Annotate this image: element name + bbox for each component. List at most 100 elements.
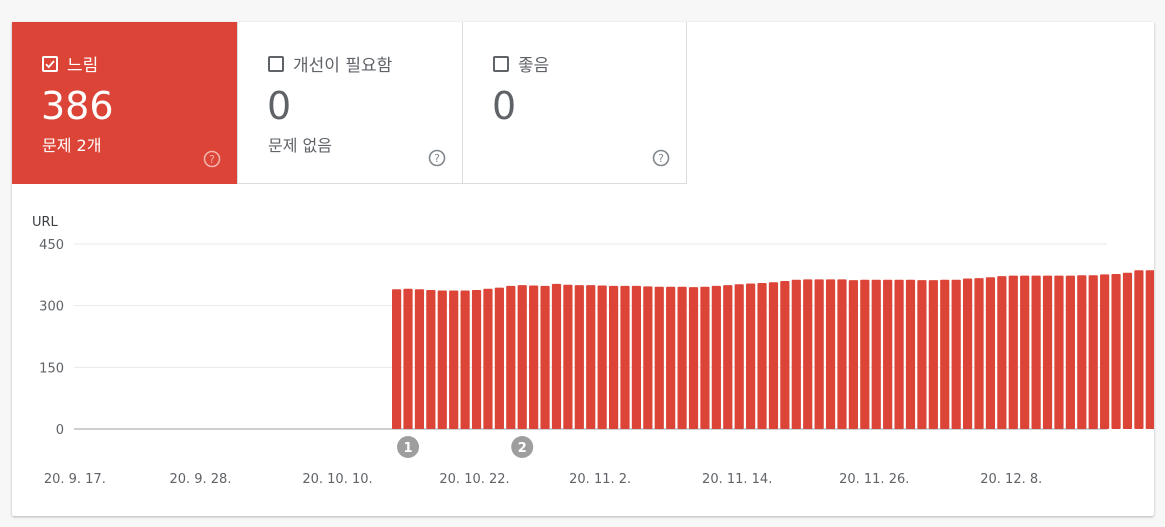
bar — [768, 282, 779, 429]
bar — [437, 290, 447, 429]
tile-good[interactable]: 좋음 0 ? — [462, 22, 687, 184]
bar — [666, 286, 676, 429]
tile-label: 개선이 필요함 — [293, 56, 393, 76]
tile-subtext: 문제 2개 — [42, 136, 102, 155]
svg-text:?: ? — [658, 152, 664, 165]
bar — [414, 289, 425, 429]
checkbox-unchecked-icon[interactable] — [493, 55, 509, 72]
bar — [1042, 275, 1053, 429]
bar — [449, 290, 459, 429]
bar — [586, 285, 596, 429]
y-tick-label: 450 — [39, 238, 64, 253]
bar — [883, 279, 893, 429]
tile-count: 0 — [267, 84, 292, 128]
checkbox-unchecked-icon[interactable] — [268, 55, 284, 72]
x-tick-label: 20. 10. 10. — [302, 472, 372, 487]
x-tick-label: 20. 11. 2. — [569, 472, 631, 487]
tile-label: 좋음 — [518, 56, 550, 76]
y-tick-label: 150 — [39, 361, 64, 376]
bar — [517, 285, 527, 429]
bar — [494, 287, 504, 429]
x-tick-label: 20. 12. 8. — [980, 472, 1042, 487]
x-tick-label: 20. 10. 22. — [439, 472, 509, 487]
x-tick-label: 20. 11. 14. — [702, 472, 772, 487]
help-icon[interactable]: ? — [203, 150, 221, 168]
bar — [780, 281, 790, 429]
bar — [894, 279, 904, 429]
chart-svg: URL 0 150 300 450 20. 9. 17. 20. 9. 28. 20. 10.… — [32, 215, 1165, 487]
bar — [871, 279, 881, 429]
y-tick-label: 0 — [56, 423, 64, 438]
bar — [791, 279, 801, 429]
help-icon[interactable]: ? — [652, 149, 670, 167]
bar — [974, 278, 984, 429]
checkbox-checked-icon[interactable] — [42, 55, 58, 72]
bar — [814, 279, 824, 429]
bar — [620, 285, 630, 429]
bar — [985, 277, 996, 429]
bar — [837, 279, 847, 429]
x-tick-label: 20. 11. 26. — [839, 472, 909, 487]
x-tick-label: 20. 9. 17. — [44, 472, 106, 487]
bar — [825, 279, 836, 429]
bar — [460, 290, 470, 429]
report-card: 느림 386 문제 2개 ? 개선이 필요함 0 문제 없음 ? 좋음 0 ? … — [12, 22, 1165, 516]
bar — [746, 283, 756, 429]
bar — [848, 280, 858, 429]
bar — [551, 283, 562, 429]
bar — [1122, 272, 1133, 429]
bar — [688, 287, 699, 429]
bar — [1054, 275, 1064, 429]
bar — [951, 279, 961, 429]
bar — [574, 285, 584, 429]
y-tick-label: 300 — [39, 300, 64, 315]
bar — [711, 285, 721, 429]
bar — [1100, 274, 1110, 429]
bar — [506, 285, 516, 429]
svg-text:?: ? — [434, 152, 440, 165]
bar — [1111, 274, 1121, 429]
y-axis-label: URL — [32, 215, 59, 230]
bar — [1065, 275, 1075, 429]
bar — [1088, 275, 1098, 429]
bar — [540, 285, 550, 429]
bar — [1031, 275, 1041, 429]
bar — [1134, 270, 1144, 429]
bar — [905, 279, 916, 429]
annotation-label: 2 — [518, 441, 527, 456]
bar — [803, 279, 813, 429]
bar — [1020, 275, 1030, 429]
bar — [860, 279, 870, 429]
bar — [529, 285, 539, 429]
bar — [757, 283, 767, 429]
tile-count: 386 — [41, 84, 114, 128]
x-tick-label: 20. 9. 28. — [169, 472, 231, 487]
url-bar-chart: URL 0 150 300 450 20. 9. 17. 20. 9. 28. 20. 10.… — [12, 202, 1165, 506]
tile-count: 0 — [492, 84, 517, 128]
bar — [1077, 275, 1087, 429]
bar — [677, 286, 687, 429]
bar — [963, 278, 973, 429]
bar — [723, 285, 733, 429]
bar — [1008, 275, 1018, 429]
bar — [471, 290, 482, 429]
tile-needs-improvement[interactable]: 개선이 필요함 0 문제 없음 ? — [237, 22, 462, 184]
bar — [700, 286, 710, 429]
bar — [654, 286, 664, 429]
bar — [426, 290, 436, 429]
bar — [483, 288, 493, 429]
tile-slow[interactable]: 느림 386 문제 2개 ? — [12, 22, 237, 184]
bar — [1145, 270, 1155, 429]
annotation-label: 1 — [403, 441, 412, 456]
help-icon[interactable]: ? — [428, 149, 446, 167]
tile-subtext: 문제 없음 — [268, 136, 332, 155]
bar — [563, 284, 573, 429]
bar — [392, 289, 402, 429]
bar — [403, 288, 413, 429]
bar — [734, 284, 744, 429]
bar — [997, 276, 1007, 429]
bar — [631, 285, 642, 429]
bar — [917, 280, 927, 429]
status-tiles: 느림 386 문제 2개 ? 개선이 필요함 0 문제 없음 ? 좋음 0 ? — [12, 22, 687, 184]
bar — [928, 280, 938, 429]
